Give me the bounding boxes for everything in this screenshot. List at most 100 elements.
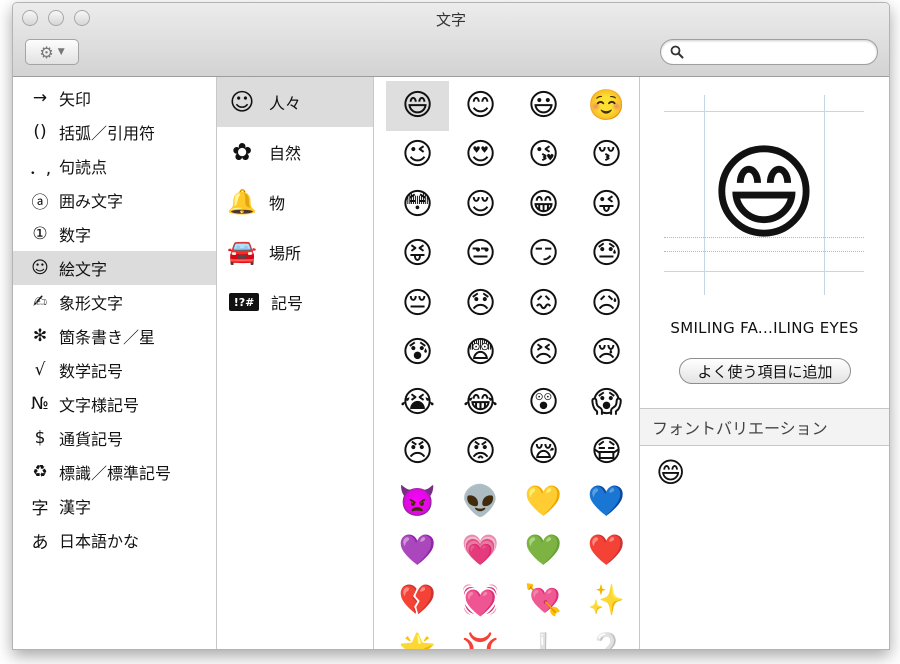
emoji-cell[interactable]: 😘 [512,131,575,181]
category-item[interactable]: あ日本語かな [13,523,216,557]
emoji-cell[interactable]: 😷 [575,428,638,478]
category-item[interactable]: ✻ 箇条書き／星 [13,319,216,353]
subcategory-item[interactable]: !?# 記号 [217,277,373,327]
emoji-cell[interactable]: ✨ [575,576,638,626]
emoji-cell[interactable]: 😂 [449,378,512,428]
emoji-cell[interactable]: 😣 [512,329,575,379]
emoji-cell[interactable]: 💛 [512,477,575,527]
action-menu-button[interactable]: ⚙ ▼ [25,39,79,65]
add-to-favorites-button[interactable]: よく使う項目に追加 [679,358,851,384]
emoji-cell[interactable]: 😃 [512,81,575,131]
emoji-cell[interactable]: 💚 [512,527,575,577]
category-glyph: ．, [28,158,52,179]
emoji-cell[interactable]: 👽 [449,477,512,527]
emoji-cell[interactable]: 😪 [512,428,575,478]
subcategory-item[interactable]: ☺ 人々 [217,77,373,127]
category-item[interactable]: ✍ 象形文字 [13,285,216,319]
category-label: 数学記号 [59,362,124,381]
category-item[interactable]: 字漢字 [13,489,216,523]
character-preview: 😄 [664,95,864,295]
category-label: 括弧／引用符 [59,124,156,143]
emoji-cell[interactable]: 😜 [575,180,638,230]
emoji-cell[interactable]: 😞 [449,279,512,329]
emoji-cell[interactable]: 💘 [512,576,575,626]
category-list: → 矢印 () 括弧／引用符 ．, 句読点 ⓐ 囲み文字 ① 数字 ☺ 絵文字 ✍ 象形文字 ✻ 箇条書き／星… [13,77,217,649]
emoji-cell[interactable]: 😏 [512,230,575,280]
flower-icon: ✿ [231,138,253,166]
emoji-cell[interactable]: 😢 [575,329,638,379]
category-glyph: あ [31,532,49,553]
category-item[interactable]: ⓐ 囲み文字 [13,183,216,217]
subcategory-label: 自然 [269,144,302,163]
font-variation-item[interactable]: 😄 [656,459,685,487]
emoji-cell[interactable]: 😨 [449,329,512,379]
category-glyph: ✻ [32,326,48,346]
category-item[interactable]: № 文字様記号 [13,387,216,421]
subcategory-label: 記号 [271,294,304,313]
category-glyph: ⓐ [31,192,49,213]
category-label: 矢印 [59,90,92,109]
category-item[interactable]: → 矢印 [13,81,216,115]
category-glyph: √ [34,360,46,380]
emoji-cell[interactable]: 😄 [386,81,449,131]
subcategory-item[interactable]: 🔔 物 [217,177,373,227]
search-input[interactable] [690,44,870,60]
category-label: 文字様記号 [59,396,140,415]
category-glyph: 字 [31,498,49,519]
category-item[interactable]: ．, 句読点 [13,149,216,183]
emoji-cell[interactable]: 💓 [449,576,512,626]
subcategory-item[interactable]: 🚘 場所 [217,227,373,277]
category-item[interactable]: ① 数字 [13,217,216,251]
emoji-cell[interactable]: 😒 [449,230,512,280]
emoji-cell[interactable]: ❔ [575,626,638,649]
category-item[interactable]: () 括弧／引用符 [13,115,216,149]
emoji-cell[interactable]: 😊 [449,81,512,131]
emoji-cell[interactable]: 😔 [386,279,449,329]
subcategory-item[interactable]: ✿ 自然 [217,127,373,177]
emoji-cell[interactable]: ☺️ [575,81,638,131]
emoji-cell[interactable]: 😡 [449,428,512,478]
search-icon [670,45,684,59]
emoji-cell[interactable]: 😚 [575,131,638,181]
emoji-cell[interactable]: 😠 [386,428,449,478]
category-item[interactable]: $ 通貨記号 [13,421,216,455]
emoji-cell[interactable]: 👿 [386,477,449,527]
emoji-cell[interactable]: ❕ [512,626,575,649]
emoji-cell[interactable]: 💢 [449,626,512,649]
emoji-cell[interactable]: 😖 [512,279,575,329]
emoji-grid: 😄 😊 😃 ☺️ 😉 😍 😘 😚 😳 😌 😁 😜 😝 😒 😏 😓 😔 😞 😖 😥 😰 😨 😣 😢 😭 😂 😲 😱 😠 😡 😪 😷 👿 👽 💛 💙 💜 💗 💚… [386,81,639,649]
detail-pane: 😄 SMILING FA...ILING EYES よく使う項目に追加 フォント… [640,77,889,649]
emoji-cell[interactable]: 😝 [386,230,449,280]
emoji-cell[interactable]: 💔 [386,576,449,626]
search-field[interactable] [660,39,878,65]
emoji-cell[interactable]: ❤️ [575,527,638,577]
emoji-cell[interactable]: 🌟 [386,626,449,649]
emoji-cell[interactable]: 😰 [386,329,449,379]
subcategory-label: 物 [269,194,286,213]
emoji-cell[interactable]: 😳 [386,180,449,230]
category-glyph: ♻ [32,462,48,482]
category-item[interactable]: ♻ 標識／標準記号 [13,455,216,489]
emoji-cell[interactable]: 😉 [386,131,449,181]
category-label: 絵文字 [59,260,108,279]
category-item[interactable]: ☺ 絵文字 [13,251,216,285]
emoji-cell[interactable]: 😱 [575,378,638,428]
category-item[interactable]: √ 数学記号 [13,353,216,387]
font-variations-header: フォントバリエーション [640,408,889,446]
category-label: 囲み文字 [59,192,124,211]
emoji-cell[interactable]: 💗 [449,527,512,577]
emoji-cell[interactable]: 😥 [575,279,638,329]
category-glyph: ☺ [31,258,49,278]
category-glyph: $ [34,428,46,448]
emoji-cell[interactable]: 💙 [575,477,638,527]
subcategory-label: 場所 [269,244,302,263]
emoji-cell[interactable]: 💜 [386,527,449,577]
emoji-cell[interactable]: 😍 [449,131,512,181]
emoji-cell[interactable]: 😓 [575,230,638,280]
category-glyph: ① [32,224,48,244]
emoji-cell[interactable]: 😌 [449,180,512,230]
category-glyph: → [32,88,48,108]
emoji-cell[interactable]: 😲 [512,378,575,428]
emoji-cell[interactable]: 😁 [512,180,575,230]
emoji-cell[interactable]: 😭 [386,378,449,428]
